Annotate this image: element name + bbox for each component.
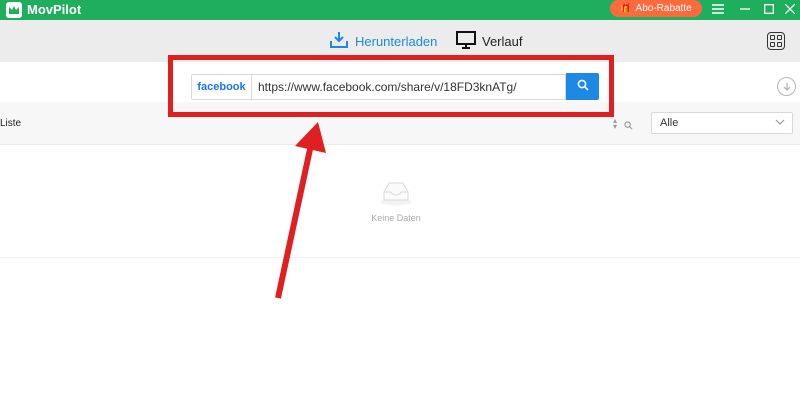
download-status-icon[interactable] (777, 77, 796, 96)
promo-button[interactable]: 🎁 Abo-Rabatte (610, 0, 702, 17)
grid-view-icon[interactable] (767, 32, 785, 50)
tab-label: Verlauf (482, 33, 523, 49)
app-title: MovPilot (27, 2, 82, 17)
empty-state-text: Keine Daten (371, 213, 421, 223)
title-bar: MovPilot 🎁 Abo-Rabatte (0, 0, 800, 20)
filter-value: Alle (660, 117, 679, 129)
list-search-icon[interactable] (624, 117, 633, 135)
download-tray-icon (329, 30, 349, 53)
highlight-box (168, 55, 614, 117)
tab-verlauf[interactable]: Verlauf (456, 30, 522, 52)
tab-herunterladen[interactable]: Herunterladen (329, 30, 437, 52)
maximize-icon[interactable] (758, 0, 780, 18)
hamburger-icon[interactable] (707, 0, 729, 18)
sort-icon[interactable]: ▴ ▾ (613, 117, 617, 131)
movpilot-logo-icon (6, 2, 22, 18)
chevron-down-icon (775, 117, 785, 130)
list-label: Liste (0, 118, 22, 129)
promo-label: Abo-Rabatte (635, 3, 692, 14)
divider (0, 257, 800, 258)
app-window: MovPilot 🎁 Abo-Rabatte Herunterladen Ver… (0, 0, 800, 420)
filter-select[interactable]: Alle (651, 112, 793, 134)
close-icon[interactable] (779, 0, 800, 18)
empty-inbox-icon (378, 178, 414, 206)
tab-label: Herunterladen (355, 33, 438, 49)
gift-icon: 🎁 (620, 3, 632, 13)
monitor-icon (456, 30, 476, 52)
minimize-icon[interactable] (734, 0, 756, 18)
